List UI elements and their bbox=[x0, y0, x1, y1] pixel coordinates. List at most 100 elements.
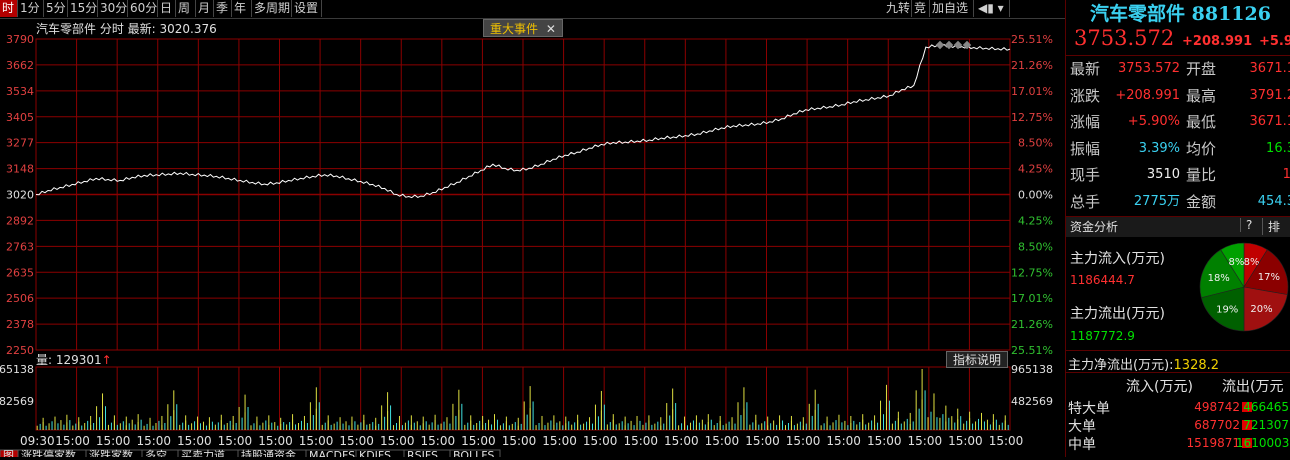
price-tick-label: 2763 bbox=[6, 240, 34, 253]
help-button[interactable]: ? bbox=[1240, 218, 1257, 232]
toolbar-right-item-1[interactable]: 竞 bbox=[912, 0, 930, 17]
time-label: 15:00 bbox=[502, 434, 537, 448]
bottom-tab-7[interactable]: KDJFS bbox=[356, 449, 404, 457]
toolbar-item-8[interactable]: 月 bbox=[196, 0, 214, 17]
pct-tick-label: 25.51% bbox=[1011, 33, 1053, 46]
toolbar-item-9[interactable]: 季 bbox=[214, 0, 232, 17]
close-icon[interactable]: ✕ bbox=[546, 22, 556, 36]
price-tick-label: 3148 bbox=[6, 163, 34, 176]
time-label: 15:00 bbox=[867, 434, 902, 448]
toolbar-right-item-0[interactable]: 九转 bbox=[884, 0, 912, 17]
quote-label: 量比 bbox=[1186, 162, 1216, 188]
time-label: 15:00 bbox=[664, 434, 699, 448]
arrow-up-icon: ↑ bbox=[102, 353, 112, 367]
time-label: 15:00 bbox=[218, 434, 253, 448]
flow-row-in: 687702 bbox=[1184, 418, 1240, 432]
bottom-tab-5[interactable]: 持股通资金 bbox=[238, 448, 306, 457]
time-label: 15:00 bbox=[258, 434, 293, 448]
quote-value: 2775万 bbox=[1134, 189, 1180, 215]
pct-tick-label: 8.50% bbox=[1018, 240, 1053, 253]
time-label: 15:00 bbox=[421, 434, 456, 448]
quote-row: 涨跌+208.991最高3791.2 bbox=[1066, 83, 1290, 109]
main-outflow-value: 1187772.9 bbox=[1070, 329, 1135, 343]
price-tick-label: 3020 bbox=[6, 189, 34, 202]
event-marker[interactable] bbox=[954, 41, 962, 49]
flow-row-in: 1519871 bbox=[1184, 436, 1240, 450]
svg-text:买卖力道: 买卖力道 bbox=[181, 448, 225, 457]
price-tick-label: 2892 bbox=[6, 214, 34, 227]
toolbar-item-1[interactable]: 1分 bbox=[18, 0, 44, 17]
quote-value: 3753.572 bbox=[1118, 56, 1180, 82]
toolbar-item-0[interactable]: 时 bbox=[0, 0, 18, 17]
indicator-help-button[interactable]: 指标说明 bbox=[946, 351, 1008, 368]
divider bbox=[1066, 350, 1290, 351]
toolbar-right-item-2[interactable]: 加自选 bbox=[930, 0, 974, 17]
quote-row: 涨幅+5.90%最低3671.1 bbox=[1066, 109, 1290, 135]
quote-label: 开盘 bbox=[1186, 56, 1216, 82]
quote-label: 振幅 bbox=[1070, 136, 1100, 162]
pie-slice-label: 18% bbox=[1208, 273, 1230, 284]
price-tick-label: 3790 bbox=[6, 33, 34, 46]
flow-row-name: 特大单 bbox=[1068, 398, 1110, 418]
toolbar-item-3[interactable]: 15分 bbox=[68, 0, 98, 17]
price-change-pct: +5.90% bbox=[1259, 34, 1290, 49]
time-label: 15:00 bbox=[339, 434, 374, 448]
speaker-menu-button[interactable]: ◀▮ ▾ bbox=[976, 0, 1010, 17]
svg-text:KDJFS: KDJFS bbox=[359, 449, 391, 457]
price-line: 3753.572 +208.991 +5.90% bbox=[1074, 26, 1290, 50]
flow-row-out: 721307 bbox=[1236, 418, 1289, 432]
toolbar-item-12[interactable]: 设置 bbox=[292, 0, 322, 17]
quote-row: 振幅3.39%均价16.3 bbox=[1066, 136, 1290, 162]
major-event-label: 重大事件 bbox=[490, 22, 538, 36]
time-label: 15:00 bbox=[96, 434, 131, 448]
pct-tick-label: 4.25% bbox=[1018, 214, 1053, 227]
bottom-tab-8[interactable]: RSIFS bbox=[404, 449, 450, 457]
rank-button[interactable]: 排 bbox=[1262, 218, 1285, 235]
time-label: 15:00 bbox=[745, 434, 780, 448]
divider bbox=[1066, 372, 1290, 373]
toolbar-item-10[interactable]: 年 bbox=[232, 0, 252, 17]
quote-row: 现手3510量比1. bbox=[1066, 162, 1290, 188]
volume-tick-label: 965138 bbox=[1011, 363, 1053, 376]
time-label: 15:00 bbox=[826, 434, 861, 448]
bottom-tab-1[interactable]: 涨跌停家数 bbox=[18, 448, 86, 457]
pie-slice-label: 17% bbox=[1258, 272, 1280, 283]
toolbar-item-5[interactable]: 60分 bbox=[128, 0, 158, 17]
price-tick-label: 3662 bbox=[6, 59, 34, 72]
time-label: 15:00 bbox=[136, 434, 171, 448]
bottom-tab-4[interactable]: 买卖力道 bbox=[178, 448, 238, 457]
toolbar-item-7[interactable]: 周 bbox=[176, 0, 196, 17]
volume-tick-label: 965138 bbox=[0, 363, 34, 376]
toolbar-item-4[interactable]: 30分 bbox=[98, 0, 128, 17]
major-event-button[interactable]: 重大事件 ✕ bbox=[483, 19, 563, 37]
time-label: 15:00 bbox=[380, 434, 415, 448]
event-marker[interactable] bbox=[936, 41, 944, 49]
intraday-chart: 379025.51%366221.26%353417.01%340512.75%… bbox=[0, 18, 1065, 457]
price-tick-label: 2506 bbox=[6, 292, 34, 305]
pct-tick-label: 25.51% bbox=[1011, 344, 1053, 357]
event-marker[interactable] bbox=[945, 41, 953, 49]
bottom-tab-3[interactable]: 多空 bbox=[142, 448, 178, 457]
svg-text:MACDFS: MACDFS bbox=[309, 449, 355, 457]
quote-label: 涨跌 bbox=[1070, 83, 1100, 109]
quote-value: +208.991 bbox=[1115, 83, 1180, 109]
pie-slice-label: 8% bbox=[1229, 257, 1245, 268]
toolbar-item-6[interactable]: 日 bbox=[158, 0, 176, 17]
bottom-tab-9[interactable]: BOLLFS bbox=[450, 449, 500, 457]
speaker-icon: ◀▮ ▾ bbox=[978, 1, 1004, 15]
time-label: 15:00 bbox=[299, 434, 334, 448]
time-label: 15:00 bbox=[461, 434, 496, 448]
quote-value: +5.90% bbox=[1128, 109, 1180, 135]
bottom-tab-6[interactable]: MACDFS bbox=[306, 449, 356, 457]
svg-text:图: 图 bbox=[3, 449, 14, 457]
quote-panel: 汽车零部件 881126 3753.572 +208.991 +5.90% 最新… bbox=[1065, 0, 1290, 457]
bottom-tab-0[interactable]: 图 bbox=[0, 449, 18, 457]
toolbar-item-11[interactable]: 多周期 bbox=[252, 0, 292, 17]
time-label: 15:00 bbox=[786, 434, 821, 448]
bottom-tab-2[interactable]: 涨跌家数 bbox=[86, 448, 142, 457]
quote-value: 3671.1 bbox=[1250, 109, 1290, 135]
toolbar-item-2[interactable]: 5分 bbox=[44, 0, 68, 17]
quote-value: 1. bbox=[1283, 162, 1290, 188]
flow-head-out: 流出(万元 bbox=[1222, 376, 1283, 396]
pct-tick-label: 12.75% bbox=[1011, 266, 1053, 279]
